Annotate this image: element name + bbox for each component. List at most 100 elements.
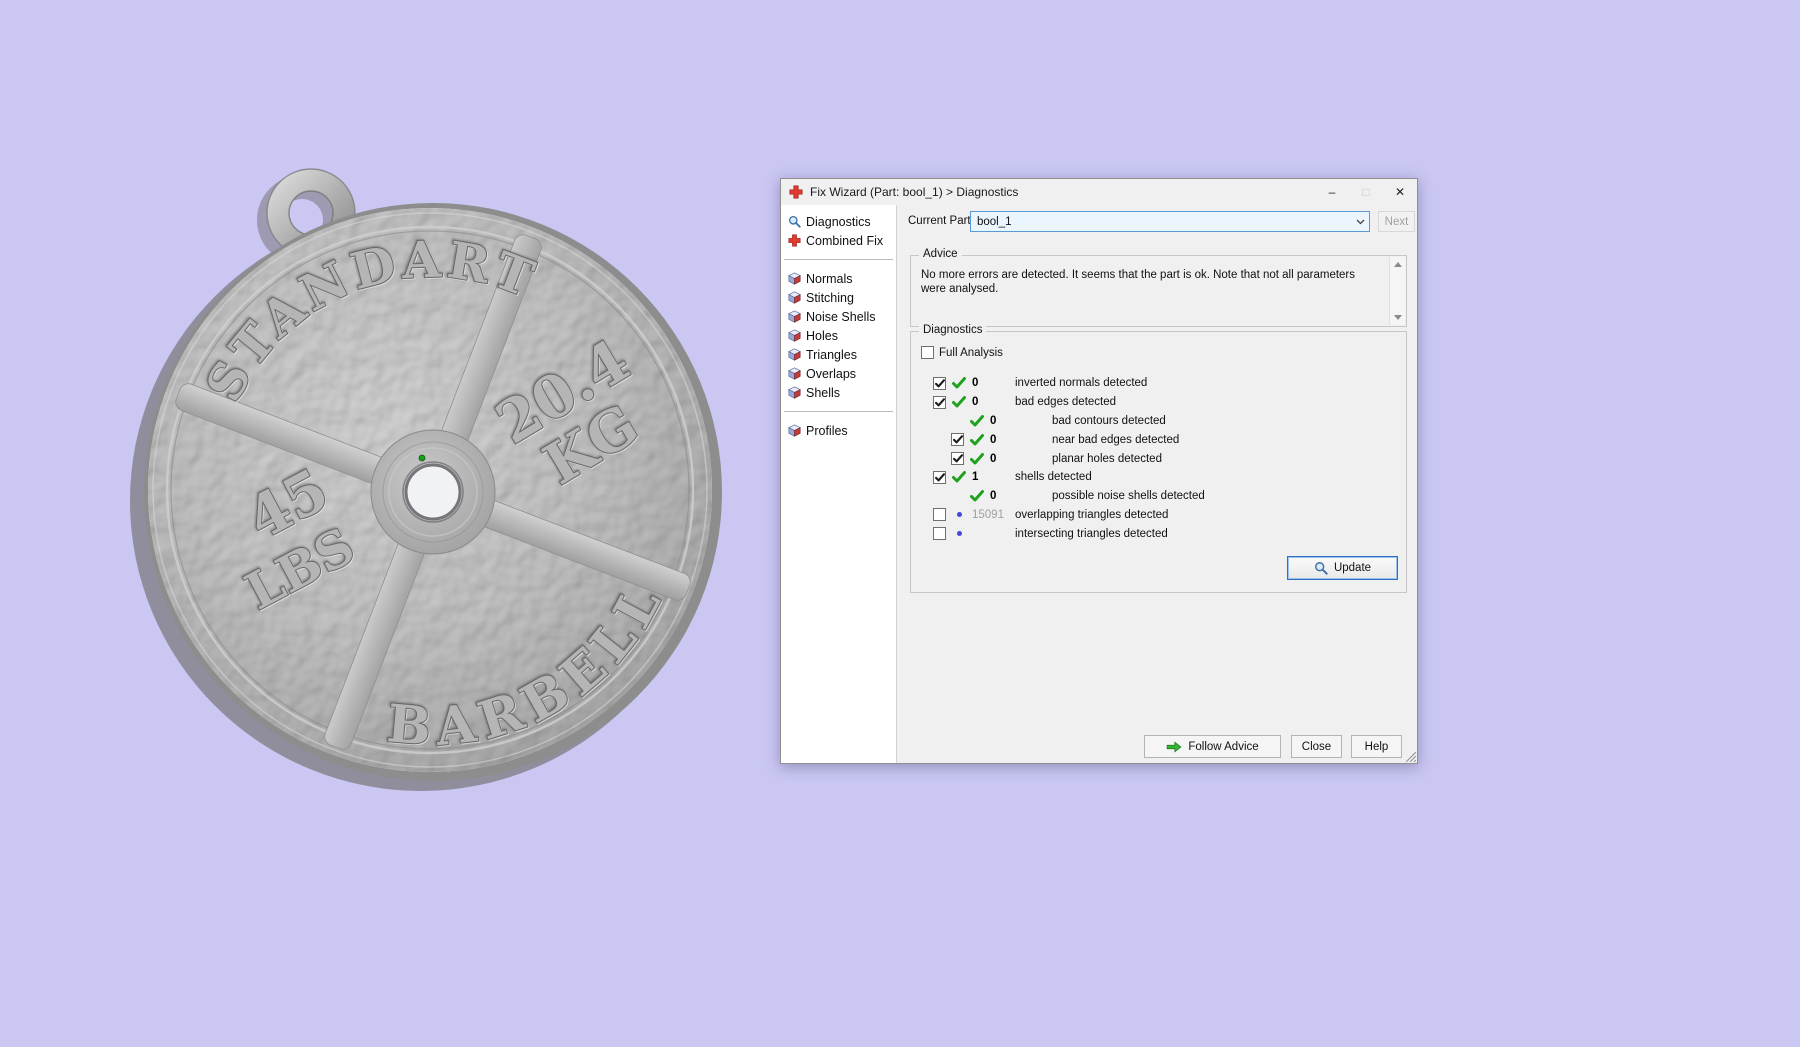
diagnostic-row-shells: 1 shells detected xyxy=(911,468,1406,487)
check-icon xyxy=(970,490,984,503)
sidebar-item-label: Holes xyxy=(806,328,838,343)
close-button[interactable]: Close xyxy=(1291,735,1342,758)
full-analysis-checkbox[interactable] xyxy=(921,346,934,359)
sidebar-item-noise-shells[interactable]: Noise Shells xyxy=(781,307,896,326)
current-part-combobox[interactable]: bool_1 xyxy=(970,211,1370,232)
sidebar-item-label: Stitching xyxy=(806,290,854,305)
check-icon xyxy=(970,433,984,446)
sidebar-item-profiles[interactable]: Profiles xyxy=(781,421,896,440)
follow-advice-button[interactable]: Follow Advice xyxy=(1144,735,1281,758)
origin-marker xyxy=(418,454,426,462)
cube-icon xyxy=(788,310,801,323)
sidebar-item-label: Normals xyxy=(806,271,853,286)
close-window-button[interactable]: ✕ xyxy=(1383,179,1417,205)
full-analysis-label: Full Analysis xyxy=(939,346,1003,359)
check-icon xyxy=(952,471,966,484)
sidebar-separator xyxy=(784,411,893,412)
row-label: shells detected xyxy=(1015,471,1092,484)
cube-icon xyxy=(788,291,801,304)
row-label: inverted normals detected xyxy=(1015,377,1148,390)
sidebar-item-stitching[interactable]: Stitching xyxy=(781,288,896,307)
checkbox-check-icon xyxy=(935,398,945,407)
red-cross-icon xyxy=(788,234,801,247)
checkbox-check-icon xyxy=(935,473,945,482)
row-count: 0 xyxy=(990,433,997,446)
row-count: 0 xyxy=(972,396,979,409)
sidebar-item-label: Overlaps xyxy=(806,366,857,381)
info-dot-icon xyxy=(952,527,966,540)
sidebar: Diagnostics Combined Fix Normals Stitchi… xyxy=(781,205,897,763)
cube-icon xyxy=(788,386,801,399)
diagnostic-row-bad-contours: 0 bad contours detected xyxy=(911,412,1406,431)
maximize-button[interactable]: □ xyxy=(1349,179,1383,205)
row-label: bad edges detected xyxy=(1015,396,1117,409)
diagnostics-rows: 0 inverted normals detected 0 bad edges … xyxy=(911,374,1406,543)
minimize-button[interactable]: – xyxy=(1315,179,1349,205)
current-part-label: Current Part: xyxy=(908,215,974,227)
sidebar-item-label: Profiles xyxy=(806,423,848,438)
diagnostic-row-overlapping-triangles: 15091 overlapping triangles detected xyxy=(911,506,1406,525)
sidebar-item-label: Triangles xyxy=(806,347,857,362)
advice-groupbox: Advice No more errors are detected. It s… xyxy=(910,248,1407,327)
window-title: Fix Wizard (Part: bool_1) > Diagnostics xyxy=(810,185,1019,199)
diagnostics-groupbox: Diagnostics Full Analysis 0 inverted nor… xyxy=(910,324,1407,593)
diagnostic-row-possible-noise-shells: 0 possible noise shells detected xyxy=(911,487,1406,506)
follow-advice-label: Follow Advice xyxy=(1188,740,1259,753)
check-icon xyxy=(970,414,984,427)
sidebar-separator xyxy=(784,259,893,260)
green-arrow-icon xyxy=(1166,741,1182,753)
row-label: possible noise shells detected xyxy=(1052,490,1205,503)
magnifier-icon xyxy=(788,215,801,228)
sidebar-item-diagnostics[interactable]: Diagnostics xyxy=(781,212,896,231)
checkbox-check-icon xyxy=(953,435,963,444)
application-stage: STANDART BARBELL 20.4 KG 45 LBS Fix Wiza… xyxy=(0,0,1800,1047)
scroll-up-icon[interactable] xyxy=(1390,257,1405,272)
sidebar-item-overlaps[interactable]: Overlaps xyxy=(781,364,896,383)
row-label: planar holes detected xyxy=(1052,452,1162,465)
plate-hub xyxy=(370,429,496,555)
fix-wizard-window: Fix Wizard (Part: bool_1) > Diagnostics … xyxy=(780,178,1418,764)
resize-grip[interactable] xyxy=(1403,749,1416,762)
diagnostic-row-bad-edges: 0 bad edges detected xyxy=(911,393,1406,412)
diagnostic-row-inverted-normals: 0 inverted normals detected xyxy=(911,374,1406,393)
advice-legend: Advice xyxy=(919,248,962,260)
row-checkbox[interactable] xyxy=(933,527,946,541)
cube-icon xyxy=(788,329,801,342)
row-checkbox[interactable] xyxy=(933,395,946,409)
check-icon xyxy=(952,396,966,409)
cube-icon xyxy=(788,424,801,437)
scroll-down-icon[interactable] xyxy=(1390,310,1405,325)
row-count: 0 xyxy=(990,414,997,427)
next-button[interactable]: Next xyxy=(1378,211,1415,232)
advice-text: No more errors are detected. It seems th… xyxy=(921,269,1356,295)
sidebar-item-label: Shells xyxy=(806,385,841,400)
row-checkbox[interactable] xyxy=(933,470,946,484)
content-panel: Current Part: bool_1 Next Advice No more… xyxy=(898,205,1417,763)
sidebar-item-label: Combined Fix xyxy=(806,233,884,248)
row-checkbox[interactable] xyxy=(951,452,964,466)
checkbox-check-icon xyxy=(953,454,963,463)
diagnostic-row-planar-holes: 0 planar holes detected xyxy=(911,449,1406,468)
row-label: bad contours detected xyxy=(1052,414,1166,427)
row-checkbox[interactable] xyxy=(933,376,946,390)
check-icon xyxy=(970,452,984,465)
sidebar-item-holes[interactable]: Holes xyxy=(781,326,896,345)
magnifier-icon xyxy=(1314,561,1328,575)
diagnostic-row-near-bad-edges: 0 near bad edges detected xyxy=(911,430,1406,449)
update-button[interactable]: Update xyxy=(1287,556,1398,580)
row-checkbox[interactable] xyxy=(933,508,946,522)
row-count: 1 xyxy=(972,471,979,484)
weight-plate-model[interactable]: STANDART BARBELL 20.4 KG 45 LBS xyxy=(80,139,785,844)
check-icon xyxy=(952,377,966,390)
row-checkbox[interactable] xyxy=(951,433,964,447)
advice-scrollbar[interactable] xyxy=(1389,257,1405,325)
row-count: 0 xyxy=(972,377,979,390)
help-button[interactable]: Help xyxy=(1351,735,1402,758)
row-count: 0 xyxy=(990,452,997,465)
sidebar-item-triangles[interactable]: Triangles xyxy=(781,345,896,364)
row-label: near bad edges detected xyxy=(1052,433,1180,446)
cube-icon xyxy=(788,348,801,361)
sidebar-item-combined-fix[interactable]: Combined Fix xyxy=(781,231,896,250)
sidebar-item-shells[interactable]: Shells xyxy=(781,383,896,402)
sidebar-item-normals[interactable]: Normals xyxy=(781,269,896,288)
